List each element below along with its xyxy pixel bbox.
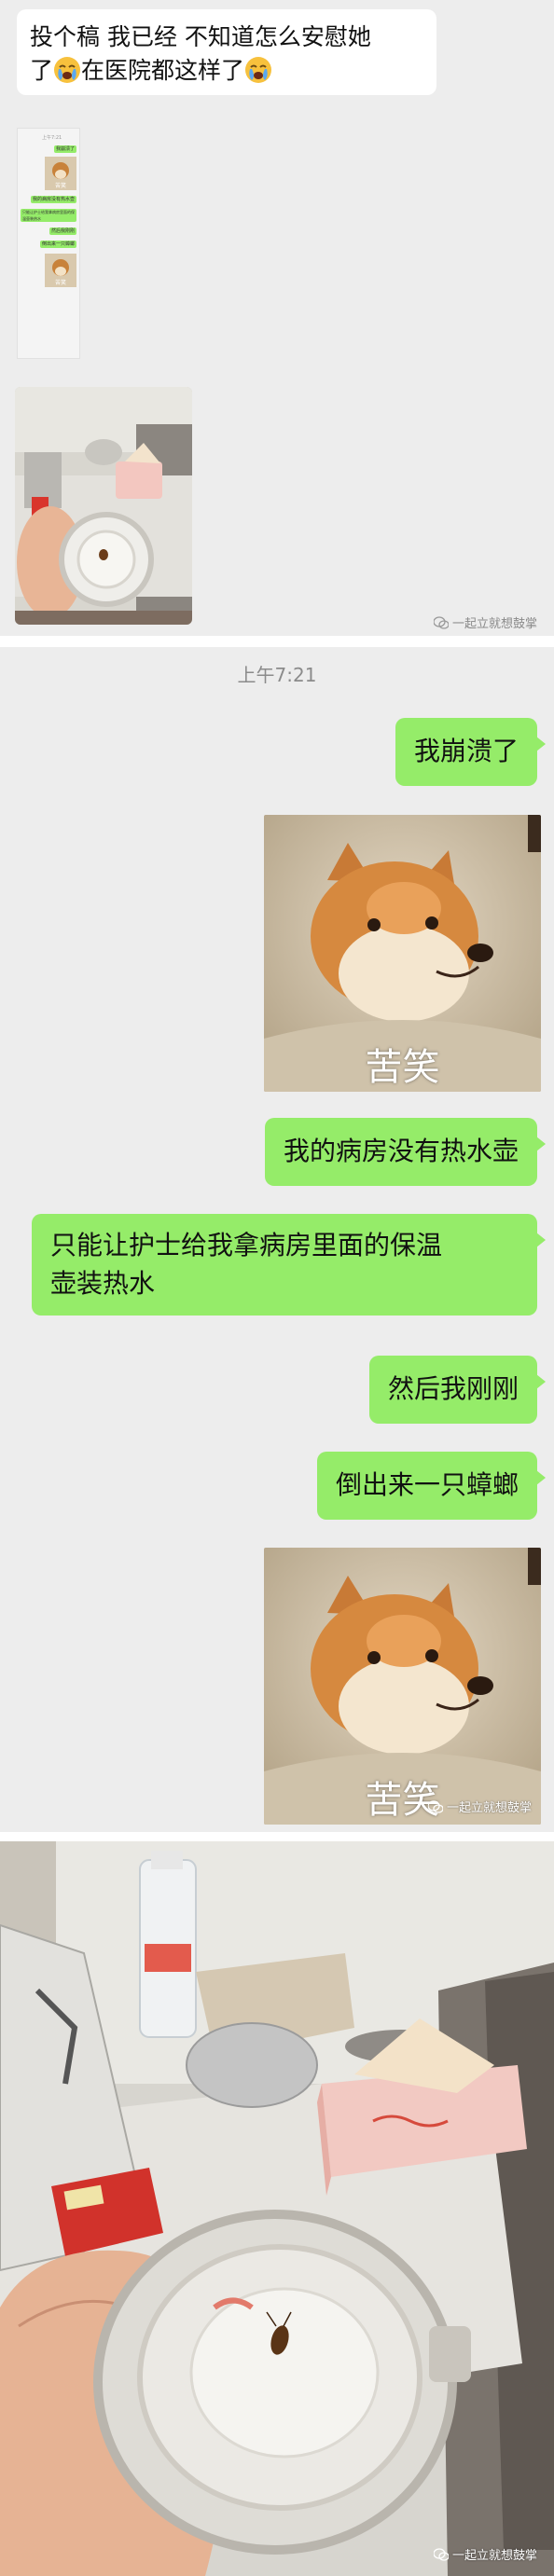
message-line-1: 投个稿 我已经 不知道怎么安慰她 bbox=[30, 23, 371, 50]
sticker-caption-2: 苦笑 bbox=[365, 1779, 440, 1822]
shiba-sticker-2[interactable]: 苦笑 一起立就想鼓掌 bbox=[264, 1548, 541, 1825]
thumb-sticker-caption-1: 苦笑 bbox=[54, 183, 66, 189]
chat-time-label: 上午7:21 bbox=[237, 664, 317, 686]
message-text-2: 我的病房没有热水壶 bbox=[283, 1136, 519, 1166]
message-bubble-5[interactable]: 倒出来一只蟑螂 bbox=[316, 1452, 547, 1520]
forwarded-chat-thumbnail[interactable]: 上午7:21 我崩溃了 苦笑 我的病房没有热水壶 只能让护士给我拿病房里面的保温… bbox=[17, 128, 80, 359]
message-line-2: 了 在医院都这样了 bbox=[30, 54, 423, 88]
wechat-watermark-icon bbox=[427, 1799, 443, 1813]
sticker-caption-1: 苦笑 bbox=[365, 1046, 440, 1089]
message-text-4: 然后我刚刚 bbox=[387, 1373, 519, 1404]
message-text-1: 我崩溃了 bbox=[413, 736, 519, 766]
watermark-top: 一起立就想鼓掌 bbox=[433, 613, 537, 631]
thumb-sticker-caption-2: 苦笑 bbox=[54, 280, 66, 286]
photo-thumbnail-art bbox=[15, 387, 192, 625]
thumb-msg-5: 倒出来一只蟑螂 bbox=[39, 241, 76, 248]
thumb-msg-4: 然后我刚刚 bbox=[48, 227, 76, 235]
thumb-msg-1: 我崩溃了 bbox=[53, 145, 76, 153]
message-bubble-4[interactable]: 然后我刚刚 bbox=[368, 1356, 547, 1424]
crying-emoji-icon bbox=[54, 57, 81, 84]
watermark-text: 一起立就想鼓掌 bbox=[451, 2549, 537, 2563]
top-chat-panel: 投个稿 我已经 不知道怎么安慰她 了 在医院都这样了 上午7:21 我崩溃了 苦… bbox=[0, 0, 554, 636]
message-bubble-3[interactable]: 只能让护士给我拿病房里面的保温 壶装热水 bbox=[32, 1214, 546, 1316]
watermark-text: 一起立就想鼓掌 bbox=[451, 617, 537, 631]
watermark-text: 一起立就想鼓掌 bbox=[446, 1801, 532, 1815]
wechat-watermark-icon bbox=[433, 2547, 449, 2561]
message-bubble-1[interactable]: 我崩溃了 bbox=[395, 718, 547, 786]
message-text-5: 倒出来一只蟑螂 bbox=[335, 1469, 519, 1500]
message-text-3-line-1: 只能让护士给我拿病房里面的保温 bbox=[50, 1230, 443, 1260]
thumb-sticker-1: 苦笑 bbox=[45, 157, 76, 190]
watermark-bottom: 一起立就想鼓掌 bbox=[433, 2545, 537, 2563]
thumb-msg-2: 我的病房没有热水壶 bbox=[30, 196, 76, 203]
message-bubble-2[interactable]: 我的病房没有热水壶 bbox=[264, 1118, 547, 1186]
main-chat-panel: 上午7:21 我崩溃了 苦笑 我的病房没有热水壶 只能让护士给我拿病房里面的保温… bbox=[0, 647, 554, 1832]
thumb-sticker-2: 苦笑 bbox=[45, 254, 76, 287]
watermark-sticker: 一起立就想鼓掌 bbox=[427, 1798, 532, 1815]
thumb-time: 上午7:21 bbox=[42, 135, 62, 141]
message-bubble-top[interactable]: 投个稿 我已经 不知道怎么安慰她 了 在医院都这样了 bbox=[17, 9, 436, 95]
shiba-sticker-1[interactable]: 苦笑 bbox=[264, 815, 541, 1092]
thermos-photo-art bbox=[0, 1841, 554, 2576]
thumb-msg-3: 只能让护士给我拿病房里面的保温壶装热水 bbox=[21, 209, 76, 222]
photo-thumbnail[interactable] bbox=[15, 387, 192, 625]
message-text-3-line-2: 壶装热水 bbox=[50, 1267, 156, 1299]
wechat-watermark-icon bbox=[433, 615, 449, 629]
thermos-photo[interactable]: 一起立就想鼓掌 bbox=[0, 1841, 554, 2576]
crying-emoji-icon bbox=[245, 57, 272, 84]
